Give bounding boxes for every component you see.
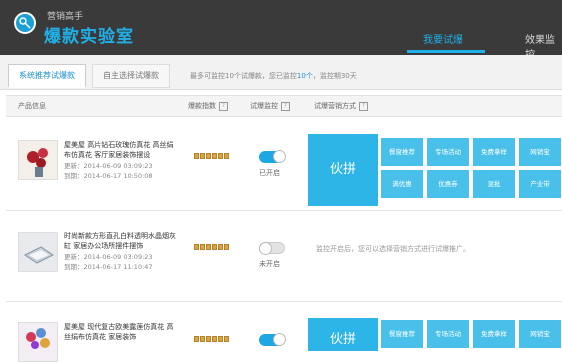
key-icon [14,12,36,34]
marketing-option[interactable]: 专场活动 [427,320,469,348]
star-icon [206,244,211,250]
marketing-option[interactable]: 免费拿样 [473,138,515,166]
star-icon [224,153,229,159]
star-icon [194,336,199,342]
burst-index-stars [194,335,230,344]
monitor-hint: 监控开启后，您可以选择营销方式进行试爆推广。 [316,245,470,253]
product-expires: 到期：2014-06-17 11:10:47 [64,263,153,271]
product-thumbnail[interactable] [18,140,58,180]
huopin-button[interactable]: 伙拼 [308,318,378,351]
star-icon [218,336,223,342]
marketing-option[interactable]: 产业带 [519,170,561,198]
tab-self-selected[interactable]: 自主选择试爆款 [92,64,170,88]
marketing-option[interactable]: 满优惠 [381,170,423,198]
table-header: 产品信息 爆款指数? 试爆监控? 试爆营销方式? [6,95,562,117]
star-icon [218,153,223,159]
monitor-toggle[interactable] [259,242,285,255]
brand-title: 爆款实验室 [44,27,134,47]
star-icon [206,153,211,159]
top-bar: 营销高手 爆款实验室 我要试爆 效果监控 [0,0,562,61]
tab-system-recommended[interactable]: 系统推荐试爆款 [8,64,86,88]
marketing-option[interactable]: 优惠券 [427,170,469,198]
help-icon[interactable]: ? [359,101,368,111]
quota-text: 最多可监控10个试爆款，您已监控10个，监控期30天 [190,72,357,80]
star-icon [212,244,217,250]
product-updated: 更新：2014-06-09 03:09:23 [64,162,153,170]
product-title[interactable]: 屋美屋 高片钻石玫瑰仿真花 高丝绢布仿真花 客厅家居装饰摆设 [64,140,179,160]
star-icon [212,336,217,342]
marketing-option[interactable]: 网销宝 [519,138,561,166]
header-marketing: 试爆营销方式? [314,101,368,111]
star-icon [194,244,199,250]
star-icon [194,153,199,159]
monitor-status: 未开启 [259,260,280,268]
monitor-status: 已开启 [259,169,280,177]
product-thumbnail[interactable] [18,322,58,362]
marketing-option[interactable]: 网销宝 [519,320,561,348]
tab-bar: 系统推荐试爆款 自主选择试爆款 最多可监控10个试爆款，您已监控10个，监控期3… [0,55,562,90]
monitor-toggle[interactable] [259,150,286,163]
star-icon [224,244,229,250]
header-product-info: 产品信息 [18,102,46,110]
table-row: 屋美屋 现代复古欧美露莲仿真花 高丝绢布仿真花 家居装饰 伙拼 餐窗推荐 专场活… [6,302,562,362]
table-row: 时尚新款方形直孔白料透明水晶烟灰缸 家居办公场所摆件摆饰 更新：2014-06-… [6,211,562,302]
marketing-option[interactable]: 免费拿样 [473,320,515,348]
burst-index-stars [194,152,230,161]
star-icon [206,336,211,342]
header-burst-index: 爆款指数? [188,101,228,111]
star-icon [218,244,223,250]
marketing-option[interactable]: 餐窗推荐 [381,138,423,166]
product-thumbnail[interactable] [18,232,58,272]
star-icon [200,336,205,342]
nav-active-indicator [407,50,485,53]
help-icon[interactable]: ? [281,101,290,111]
help-icon[interactable]: ? [219,101,228,111]
marketing-option[interactable]: 混批 [473,170,515,198]
product-updated: 更新：2014-06-09 03:09:23 [64,253,153,261]
product-expires: 到期：2014-06-17 10:50:08 [64,172,153,180]
product-title[interactable]: 时尚新款方形直孔白料透明水晶烟灰缸 家居办公场所摆件摆饰 [64,231,179,251]
marketing-option[interactable]: 专场活动 [427,138,469,166]
star-icon [212,153,217,159]
star-icon [200,244,205,250]
monitor-toggle[interactable] [259,333,286,346]
product-title[interactable]: 屋美屋 现代复古欧美露莲仿真花 高丝绢布仿真花 家居装饰 [64,322,179,342]
table-row: 屋美屋 高片钻石玫瑰仿真花 高丝绢布仿真花 客厅家居装饰摆设 更新：2014-0… [6,116,562,211]
huopin-button[interactable]: 伙拼 [308,134,378,206]
star-icon [224,336,229,342]
burst-index-stars [194,243,230,252]
star-icon [200,153,205,159]
header-monitor: 试爆监控? [250,101,290,111]
nav-try-burst[interactable]: 我要试爆 [423,31,463,46]
marketing-option[interactable]: 餐窗推荐 [381,320,423,348]
brand-subtitle: 营销高手 [47,12,84,22]
